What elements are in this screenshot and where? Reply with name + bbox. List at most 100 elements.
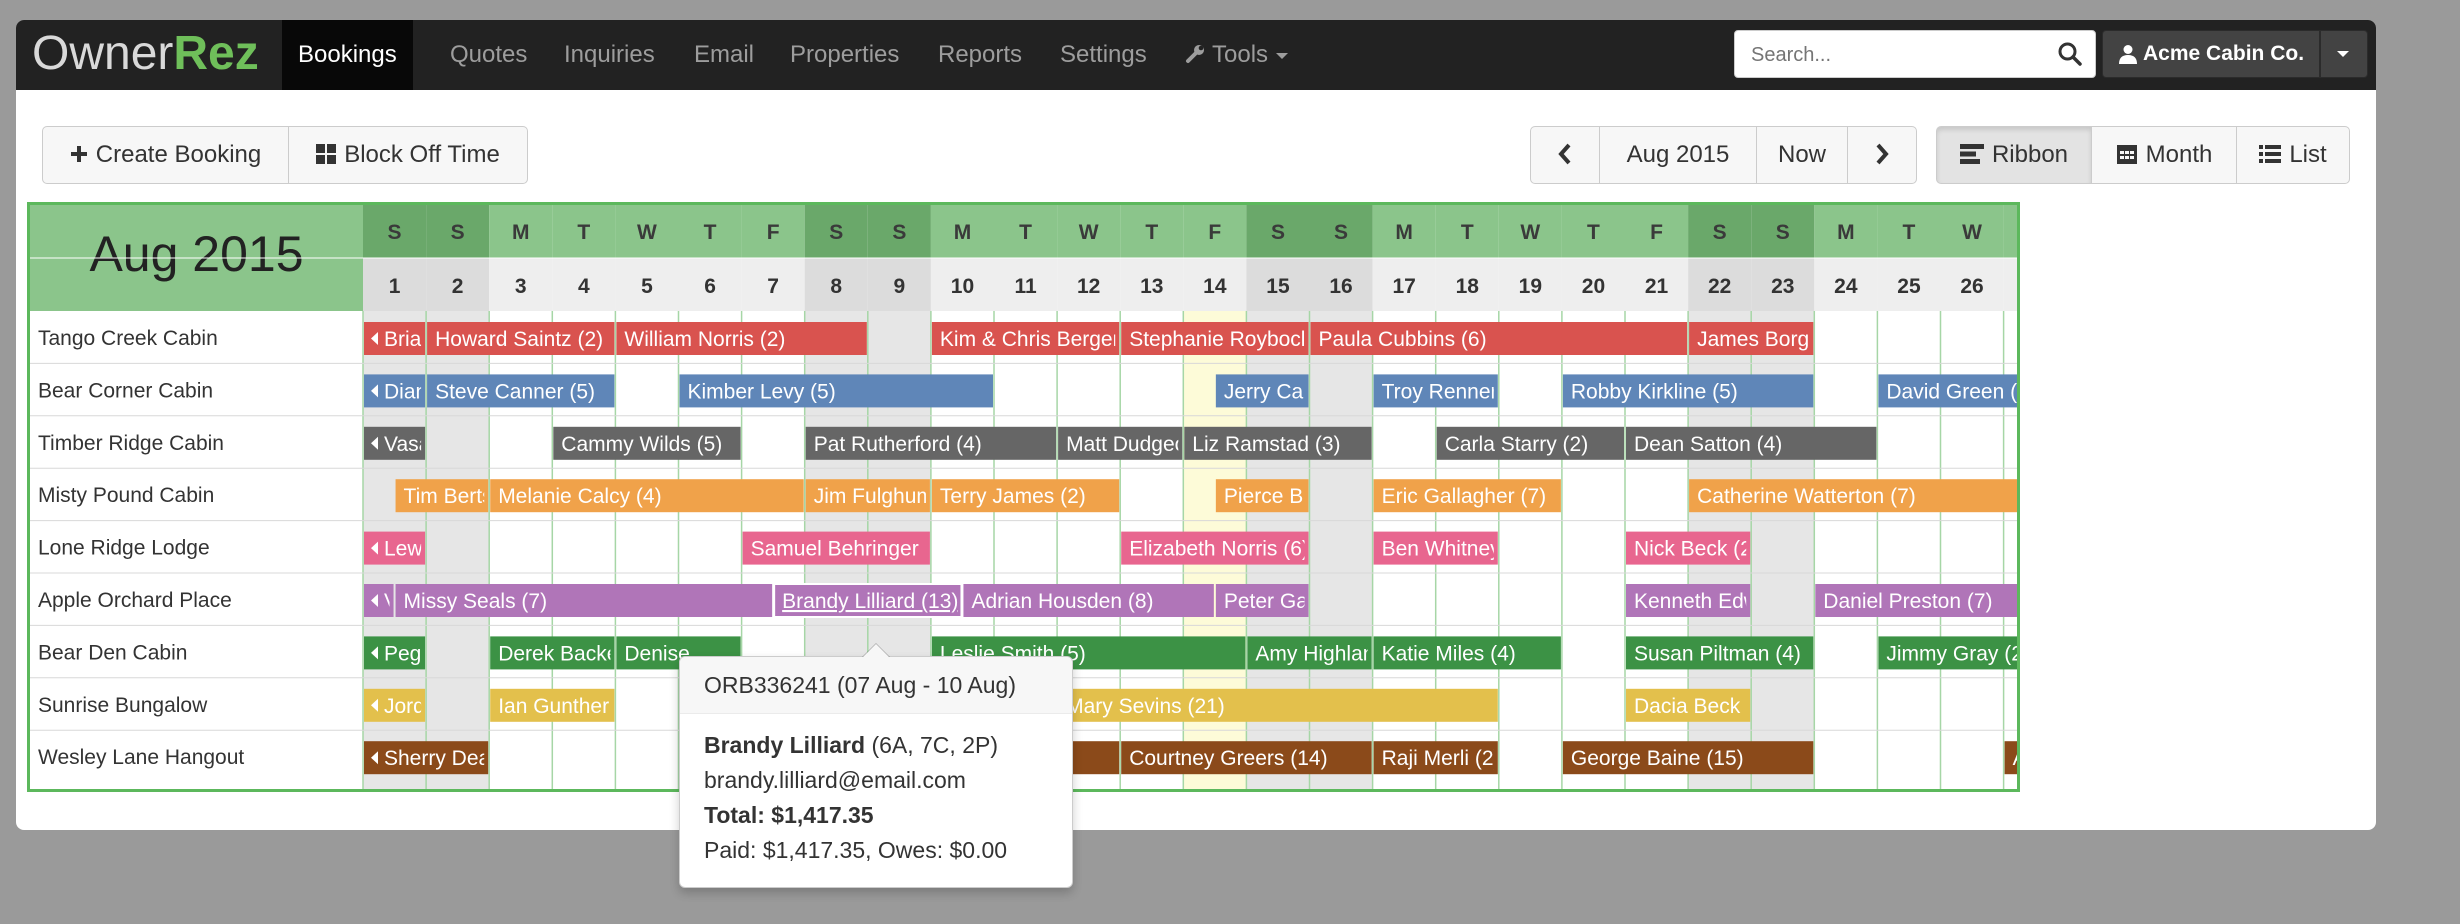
booking-bar[interactable]: V [364, 584, 398, 617]
booking-bar[interactable]: Courtney Greers (14) [1121, 741, 1372, 775]
property-name[interactable]: Tango Creek Cabin [38, 327, 218, 350]
booking-bar[interactable]: David Green (2) [1878, 374, 2017, 408]
property-name[interactable]: Misty Pound Cabin [38, 484, 214, 507]
booking-bar[interactable]: Katie Miles (4) [1373, 636, 1561, 670]
booking-bar[interactable]: Daniel Preston (7) [1815, 584, 2017, 617]
booking-bar[interactable]: Paula Cubbins (6) [1310, 322, 1688, 355]
booking-bar[interactable]: Robby Kirkline (5) [1562, 374, 1814, 408]
property-name[interactable]: Sunrise Bungalow [38, 694, 208, 717]
account-button[interactable]: Acme Cabin Co. [2102, 30, 2320, 78]
property-name[interactable]: Timber Ridge Cabin [38, 432, 224, 455]
booking-bar[interactable]: Mary Sevins (21) [1058, 688, 1498, 722]
month-view-button[interactable]: Month [2091, 126, 2237, 184]
booking-guest-label: Catherine Watterton (7) [1697, 485, 1916, 508]
booking-bar[interactable]: Susan Piltman (4) [1626, 636, 1814, 670]
popover-email[interactable]: brandy.lilliard@email.com [704, 763, 1048, 798]
nav-tools[interactable]: Tools [1168, 20, 1304, 90]
property-name[interactable]: Bear Den Cabin [38, 641, 187, 664]
booking-bar[interactable]: Ian Gunther [490, 688, 615, 722]
booking-bar[interactable]: Eric Gallagher (7) [1373, 479, 1561, 513]
list-view-label: List [2289, 141, 2327, 168]
booking-bar[interactable]: Troy Renner [1373, 374, 1498, 408]
nav-properties[interactable]: Properties [774, 20, 915, 90]
property-name[interactable]: Lone Ridge Lodge [38, 537, 210, 560]
search-icon[interactable] [2057, 41, 2083, 67]
booking-bar[interactable]: Raji Merli (2) [1373, 741, 1501, 775]
current-month-button[interactable]: Aug 2015 [1599, 126, 1757, 184]
create-booking-button[interactable]: Create Booking [42, 126, 289, 184]
ribbon-view-button[interactable]: Ribbon [1936, 126, 2092, 184]
ribbon-view-label: Ribbon [1991, 141, 2069, 168]
next-month-button[interactable] [1847, 126, 1917, 184]
booking-bar[interactable]: Jim Fulghum [805, 479, 934, 513]
property-name[interactable]: Bear Corner Cabin [38, 379, 213, 402]
booking-bar[interactable]: Anne Green (20) [2004, 741, 2017, 775]
booking-guest-label: Pat Rutherford (4) [814, 433, 982, 456]
date-number: 25 [1897, 275, 1921, 298]
booking-bar[interactable]: Dacia Beck [1626, 688, 1751, 722]
booking-bar[interactable]: Dean Satton (4) [1626, 426, 1877, 460]
booking-bar[interactable]: Matt Dudgeon [1058, 426, 1198, 460]
property-name[interactable]: Wesley Lane Hangout [38, 746, 244, 769]
booking-bar[interactable]: Steve Canner (5) [427, 374, 615, 408]
booking-bar[interactable]: Terry James (2) [931, 479, 1120, 513]
booking-bar[interactable]: Samuel Behringer [742, 531, 930, 565]
nav-quotes[interactable]: Quotes [434, 20, 543, 90]
booking-bar[interactable]: Ben Whitney [1373, 531, 1502, 565]
date-number: 17 [1392, 275, 1415, 298]
booking-bar[interactable]: Liz Ramstad (3) [1184, 426, 1372, 460]
booking-bar[interactable]: Brandy Lilliard (13) [773, 583, 963, 618]
block-off-time-button[interactable]: Block Off Time [288, 126, 528, 184]
weekday-letter: M [1837, 221, 1855, 244]
booking-guest-label: George Baine (15) [1571, 747, 1744, 770]
search-input[interactable] [1749, 39, 2053, 71]
booking-bar[interactable]: George Baine (15) [1562, 741, 1814, 775]
booking-bar[interactable]: Derek Backer [490, 636, 625, 670]
booking-bar[interactable]: Pat Rutherford (4) [805, 426, 1057, 460]
booking-bar[interactable]: Melanie Calcy (4) [490, 479, 804, 513]
booking-bar[interactable]: Kimber Levy (5) [679, 374, 994, 408]
nav-settings[interactable]: Settings [1044, 20, 1163, 90]
booking-bar[interactable]: Howard Saintz (2) [427, 322, 615, 355]
booking-bar[interactable]: Sherry Deals [364, 741, 505, 775]
weekday-letter: S [892, 221, 906, 244]
weekday-letter: W [1079, 221, 1099, 244]
booking-guest-label: Matt Dudgeon [1066, 433, 1198, 456]
booking-bar[interactable]: Stephanie Roybocl [1121, 322, 1309, 355]
nav-tools-label: Tools [1212, 41, 1269, 68]
weekday-letter: S [829, 221, 843, 244]
booking-bar[interactable]: Jimmy Gray (2) [1878, 636, 2017, 670]
nav-email[interactable]: Email [678, 20, 770, 90]
booking-bar[interactable]: Nick Beck (2) [1626, 531, 1759, 565]
booking-bar[interactable]: Amy Highland [1247, 636, 1386, 670]
booking-bar[interactable]: Missy Seals (7) [395, 584, 773, 617]
booking-bar[interactable]: Catherine Watterton (7) [1689, 479, 2017, 513]
booking-bar[interactable]: Carla Starry (2) [1436, 426, 1624, 460]
booking-bar[interactable]: Cammy Wilds (5) [553, 426, 741, 460]
popover-title: ORB336241 (07 Aug - 10 Aug) [680, 657, 1072, 714]
property-name[interactable]: Apple Orchard Place [38, 589, 232, 612]
booking-guest-label: William Norris (2) [624, 328, 785, 351]
nav-reports[interactable]: Reports [922, 20, 1038, 90]
booking-guest-label: Eric Gallagher (7) [1382, 485, 1547, 508]
weekday-letter: S [1334, 221, 1348, 244]
booking-bar[interactable]: James Borg [1689, 322, 1814, 355]
date-number: 15 [1266, 275, 1290, 298]
prev-month-button[interactable] [1530, 126, 1600, 184]
list-view-button[interactable]: List [2236, 126, 2350, 184]
nav-bookings[interactable]: Bookings [282, 20, 413, 90]
now-button[interactable]: Now [1756, 126, 1848, 184]
booking-bar[interactable]: Kim & Chris Berger [931, 322, 1120, 355]
popover-body: Brandy Lilliard (6A, 7C, 2P) brandy.lill… [680, 714, 1072, 868]
weekday-letter: W [1520, 221, 1540, 244]
booking-bar[interactable]: Adrian Housden (8) [963, 584, 1214, 617]
account-dropdown-toggle[interactable] [2320, 30, 2368, 78]
weekday-letter: F [1650, 221, 1663, 244]
ownerrez-logo[interactable]: OwnerRez [32, 30, 259, 78]
booking-guest-label: Elizabeth Norris (6) [1129, 538, 1309, 561]
booking-guest-label: Derek Backer [498, 642, 625, 665]
nav-inquiries[interactable]: Inquiries [548, 20, 671, 90]
weekday-letter: F [767, 221, 780, 244]
booking-bar[interactable]: William Norris (2) [616, 322, 867, 355]
booking-bar[interactable]: Elizabeth Norris (6) [1121, 531, 1309, 565]
